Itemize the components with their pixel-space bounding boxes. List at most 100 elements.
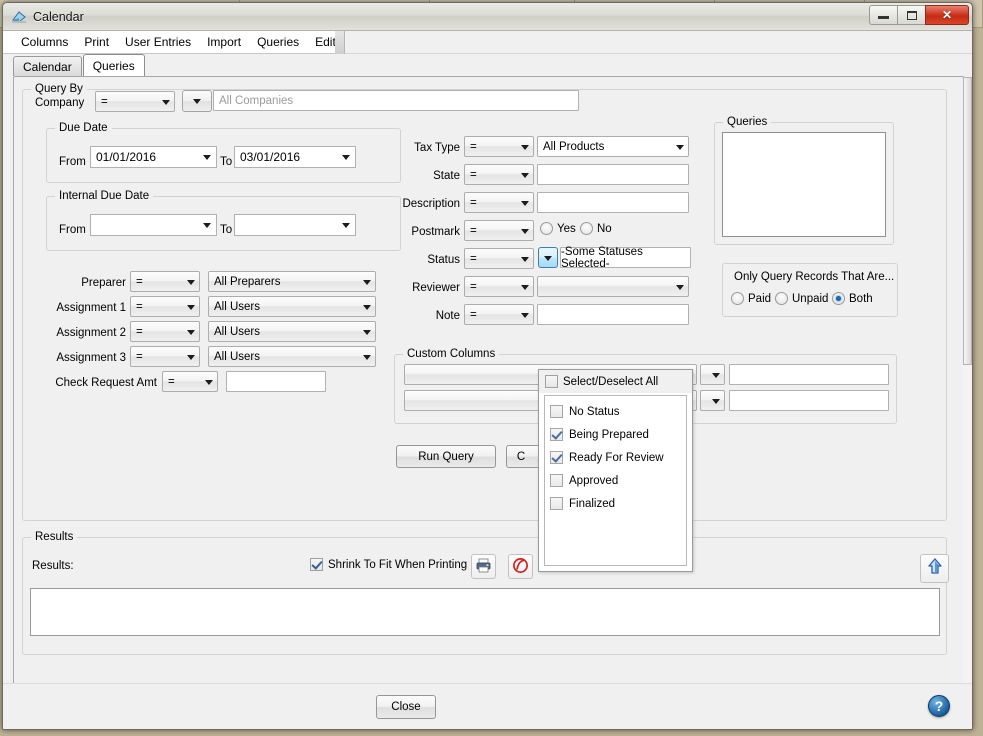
menu-item-queries[interactable]: Queries	[249, 31, 307, 53]
assignment-3-value-combo[interactable]: All Users	[208, 346, 376, 367]
status-option-being-prepared[interactable]: Being Prepared	[550, 423, 686, 446]
export-results-button[interactable]	[920, 554, 949, 583]
check-request-operator-combo[interactable]: =	[162, 371, 218, 392]
shrink-to-fit-checkbox[interactable]: Shrink To Fit When Printing	[310, 558, 467, 571]
internal-due-date-to-input[interactable]	[234, 214, 356, 236]
status-dropdown-toggle[interactable]	[538, 247, 558, 268]
internal-due-date-to-label: To	[220, 224, 233, 236]
internal-due-date-legend: Internal Due Date	[55, 190, 154, 202]
tab-queries[interactable]: Queries	[82, 54, 145, 76]
status-option-no-status[interactable]: No Status	[550, 400, 686, 423]
assignment-3-operator-combo[interactable]: =	[130, 346, 200, 367]
only-query-paid-radio[interactable]: Paid	[731, 292, 771, 305]
postmark-label: Postmark	[411, 226, 460, 238]
description-value-field[interactable]	[537, 192, 689, 213]
due-date-to-label: To	[220, 156, 233, 168]
maximize-button[interactable]	[897, 5, 926, 25]
status-operator-combo[interactable]: =	[464, 248, 534, 269]
note-value-field[interactable]	[537, 304, 689, 325]
assignment-3-label: Assignment 3	[56, 352, 126, 364]
help-icon-label: ?	[934, 698, 944, 714]
company-picker-button[interactable]	[182, 90, 212, 112]
tax-type-value-combo[interactable]: All Products	[537, 136, 689, 157]
status-option-finalized[interactable]: Finalized	[550, 492, 686, 515]
custom-column-2-operator-combo[interactable]	[700, 390, 725, 411]
chevron-down-icon	[203, 223, 211, 228]
only-query-unpaid-label: Unpaid	[792, 292, 829, 305]
custom-column-1-operator-combo[interactable]	[700, 364, 725, 385]
menu-item-user-entries[interactable]: User Entries	[117, 31, 199, 53]
due-date-to-value: 03/01/2016	[240, 150, 301, 164]
preparer-operator-value: =	[136, 275, 143, 288]
print-results-button[interactable]	[471, 554, 496, 579]
due-date-from-input[interactable]: 01/01/2016	[90, 146, 217, 168]
state-value-field[interactable]	[537, 164, 689, 185]
postmark-operator-combo[interactable]: =	[464, 220, 534, 241]
help-icon[interactable]: ?	[928, 695, 950, 717]
description-operator-combo[interactable]: =	[464, 192, 534, 213]
assignment-2-operator-value: =	[136, 325, 143, 338]
company-label: Company	[35, 97, 85, 109]
assignment-2-operator-combo[interactable]: =	[130, 321, 200, 342]
status-select-all-row[interactable]: Select/Deselect All	[539, 370, 692, 393]
query-by-legend: Query By	[31, 83, 87, 95]
minimize-button[interactable]	[869, 5, 898, 25]
only-query-unpaid-radio[interactable]: Unpaid	[775, 292, 828, 305]
chevron-down-icon	[162, 99, 170, 105]
custom-column-2-value-field[interactable]	[729, 390, 889, 411]
check-request-amount-field[interactable]	[226, 371, 326, 392]
internal-due-date-from-input[interactable]	[90, 214, 217, 236]
chevron-down-icon	[363, 304, 371, 310]
title-bar: Calendar ✕	[3, 3, 972, 31]
chevron-down-icon	[187, 354, 195, 360]
reviewer-value-combo[interactable]	[537, 276, 689, 297]
company-operator-combo[interactable]: =	[95, 91, 175, 112]
chevron-down-icon	[203, 155, 211, 160]
queries-listbox[interactable]	[722, 132, 886, 237]
menu-item-print[interactable]: Print	[76, 31, 117, 53]
scrollbar-thumb[interactable]	[963, 77, 972, 365]
note-operator-combo[interactable]: =	[464, 304, 534, 325]
tab-calendar[interactable]: Calendar	[13, 56, 82, 76]
menu-overflow-grip[interactable]	[335, 31, 345, 54]
checkbox-icon	[550, 474, 563, 487]
status-option-ready-for-review[interactable]: Ready For Review	[550, 446, 686, 469]
menu-item-columns[interactable]: Columns	[13, 31, 76, 53]
status-select-all-label: Select/Deselect All	[563, 375, 659, 388]
menu-item-import[interactable]: Import	[199, 31, 249, 53]
assignment-2-value-combo[interactable]: All Users	[208, 321, 376, 342]
status-option-label: Finalized	[569, 497, 616, 510]
state-operator-combo[interactable]: =	[464, 164, 534, 185]
preparer-value-combo[interactable]: All Preparers	[208, 271, 376, 292]
status-select-all-checkbox[interactable]: Select/Deselect All	[545, 375, 658, 388]
check-request-operator-value: =	[168, 375, 175, 388]
secondary-action-label: C	[516, 450, 526, 463]
close-button[interactable]: Close	[376, 695, 436, 719]
chevron-down-icon	[712, 372, 720, 378]
due-date-to-input[interactable]: 03/01/2016	[234, 146, 356, 168]
preparer-operator-combo[interactable]: =	[130, 271, 200, 292]
tax-type-operator-value: =	[470, 140, 477, 153]
postmark-no-radio[interactable]: No	[580, 222, 612, 235]
reviewer-operator-combo[interactable]: =	[464, 276, 534, 297]
assignment-1-operator-combo[interactable]: =	[130, 296, 200, 317]
results-output-box[interactable]	[30, 588, 940, 636]
chevron-down-icon	[521, 256, 529, 262]
pdf-export-button[interactable]	[508, 554, 533, 579]
assignment-1-value-combo[interactable]: All Users	[208, 296, 376, 317]
company-value-field[interactable]: All Companies	[213, 90, 579, 111]
window-title: Calendar	[33, 9, 84, 24]
run-query-button[interactable]: Run Query	[396, 445, 496, 468]
only-query-both-radio[interactable]: Both	[832, 292, 873, 305]
status-option-approved[interactable]: Approved	[550, 469, 686, 492]
custom-column-1-value-field[interactable]	[729, 364, 889, 385]
chevron-down-icon	[363, 354, 371, 360]
close-window-button[interactable]: ✕	[925, 5, 969, 25]
tax-type-value-text: All Products	[543, 140, 605, 153]
postmark-yes-radio[interactable]: Yes	[540, 222, 576, 235]
content-vertical-scrollbar[interactable]	[963, 77, 972, 721]
chevron-down-icon	[521, 172, 529, 178]
only-query-paid-label: Paid	[748, 292, 772, 305]
tax-type-operator-combo[interactable]: =	[464, 136, 534, 157]
status-value-field[interactable]: -Some Statuses Selected-	[560, 246, 691, 270]
